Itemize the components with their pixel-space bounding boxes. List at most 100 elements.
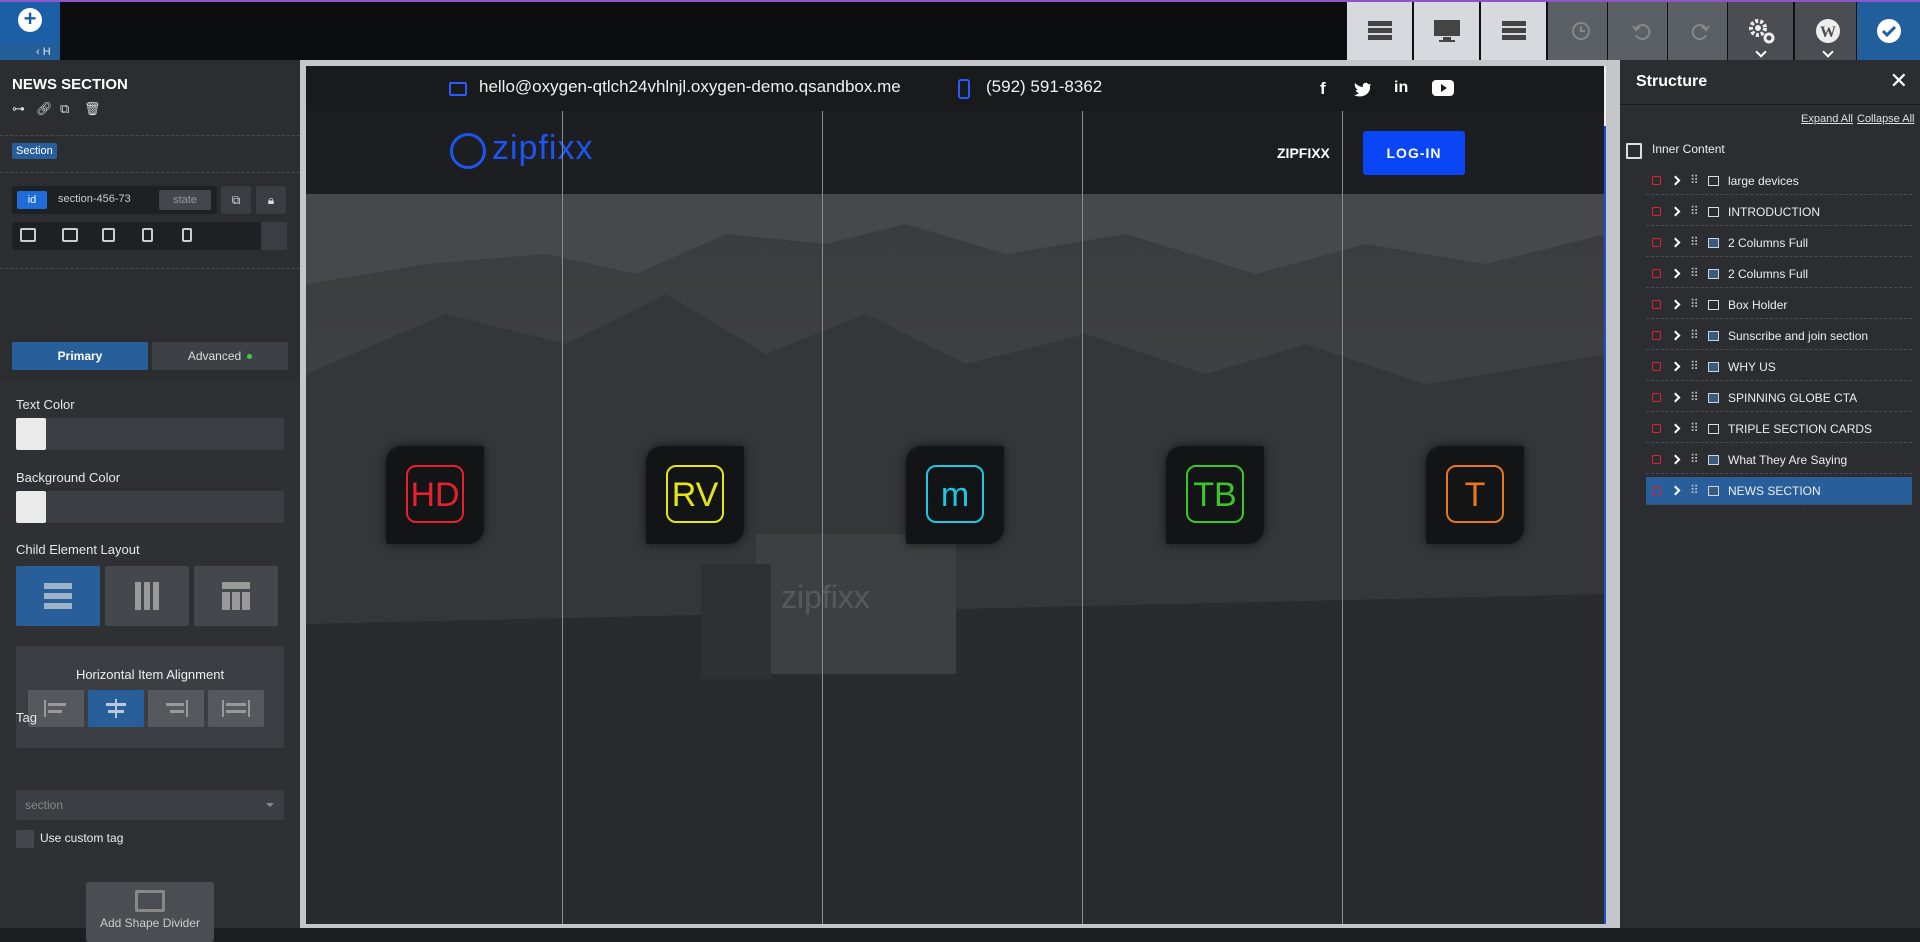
chevron-right-icon[interactable]: [1670, 454, 1681, 465]
close-icon[interactable]: ✕: [1890, 68, 1908, 94]
tag-select[interactable]: section: [16, 790, 284, 820]
text-color-field[interactable]: [16, 418, 284, 450]
desktop-icon[interactable]: [20, 228, 36, 242]
element-type-badge[interactable]: Section: [12, 143, 57, 159]
tree-item[interactable]: ⠿ INTRODUCTION: [1646, 198, 1912, 226]
drag-handle-icon[interactable]: ⠿: [1690, 390, 1699, 404]
layout-grid-button[interactable]: [194, 566, 278, 626]
service-card-t[interactable]: T: [1426, 446, 1524, 544]
tree-item[interactable]: ⠿ 2 Columns Full: [1646, 260, 1912, 288]
drag-handle-icon[interactable]: ⠿: [1690, 173, 1699, 187]
drag-handle-icon[interactable]: ⠿: [1690, 452, 1699, 466]
email-text[interactable]: hello@oxygen-qtlch24vhlnjl.oxygen-demo.q…: [479, 77, 901, 97]
duplicate-icon[interactable]: ⧉: [60, 102, 74, 116]
expand-all-link[interactable]: Expand All: [1801, 113, 1853, 125]
structure-toggle-button[interactable]: [1346, 2, 1412, 60]
service-card-tb[interactable]: TB: [1166, 446, 1264, 544]
drag-handle-icon[interactable]: ⠿: [1690, 266, 1699, 280]
facebook-icon[interactable]: f: [1320, 79, 1326, 99]
chevron-right-icon[interactable]: [1670, 392, 1681, 403]
delete-icon[interactable]: [1652, 269, 1661, 278]
save-button[interactable]: [1856, 2, 1920, 60]
color-swatch[interactable]: [16, 491, 46, 523]
collapse-all-link[interactable]: Collapse All: [1857, 113, 1914, 125]
tree-item[interactable]: ⠿ WHY US: [1646, 353, 1912, 381]
lock-button[interactable]: 🔒︎: [256, 186, 286, 214]
page-canvas[interactable]: hello@oxygen-qtlch24vhlnjl.oxygen-demo.q…: [306, 66, 1606, 924]
wordpress-button[interactable]: W: [1794, 2, 1860, 60]
state-button[interactable]: state: [159, 190, 211, 210]
drag-handle-icon[interactable]: ⠿: [1690, 359, 1699, 373]
align-center-button[interactable]: [88, 690, 144, 727]
tree-item[interactable]: ⠿ TRIPLE SECTION CARDS: [1646, 415, 1912, 443]
tab-primary[interactable]: Primary: [12, 342, 148, 370]
site-logo[interactable]: zipfixx: [492, 129, 593, 168]
tablet-landscape-icon[interactable]: [102, 228, 115, 242]
tree-item-selected[interactable]: ⠿ NEWS SECTION: [1646, 477, 1912, 505]
drag-handle-icon[interactable]: ⠿: [1690, 421, 1699, 435]
delete-icon[interactable]: [1652, 207, 1661, 216]
tree-item[interactable]: ⠿ 2 Columns Full: [1646, 229, 1912, 257]
chevron-down-icon[interactable]: [261, 222, 287, 250]
tablet-portrait-icon[interactable]: [142, 228, 153, 242]
tree-item[interactable]: ⠿ large devices: [1646, 167, 1912, 195]
tree-item[interactable]: ⠿ Box Holder: [1646, 291, 1912, 319]
undo-button[interactable]: [1607, 2, 1673, 60]
delete-icon[interactable]: [1652, 424, 1661, 433]
align-right-button[interactable]: [148, 690, 204, 727]
selector-field[interactable]: id section-456-73 state: [12, 186, 217, 214]
back-link[interactable]: ‹ H: [0, 44, 60, 60]
tab-advanced[interactable]: Advanced: [152, 342, 288, 370]
delete-icon[interactable]: [1652, 300, 1661, 309]
service-card-rv[interactable]: RV: [646, 446, 744, 544]
redo-button[interactable]: [1667, 2, 1733, 60]
laptop-icon[interactable]: [62, 228, 78, 242]
chevron-right-icon[interactable]: [1670, 485, 1681, 496]
chevron-right-icon[interactable]: [1670, 206, 1681, 217]
device-preview-button[interactable]: [1413, 2, 1479, 60]
settings-button[interactable]: [1727, 2, 1793, 60]
drag-handle-icon[interactable]: ⠿: [1690, 483, 1699, 497]
color-swatch[interactable]: [16, 418, 46, 450]
tree-root[interactable]: Inner Content: [1652, 142, 1725, 156]
canvas-scrollbar[interactable]: [1604, 66, 1606, 924]
layers-button[interactable]: [1480, 2, 1546, 60]
chevron-right-icon[interactable]: [1670, 268, 1681, 279]
link-icon[interactable]: 🔗︎: [36, 102, 53, 116]
phone-text[interactable]: (592) 591-8362: [986, 77, 1102, 97]
news-section[interactable]: zipfixx: [306, 194, 1606, 924]
chevron-right-icon[interactable]: [1670, 299, 1681, 310]
copy-selector-button[interactable]: ⧉: [221, 186, 251, 214]
breakpoint-selector[interactable]: [12, 222, 287, 250]
service-card-m[interactable]: m: [906, 446, 1004, 544]
drag-handle-icon[interactable]: ⠿: [1690, 204, 1699, 218]
chevron-right-icon[interactable]: [1670, 175, 1681, 186]
delete-icon[interactable]: [1652, 238, 1661, 247]
id-tag[interactable]: id: [17, 191, 47, 209]
tree-item[interactable]: ⠿ Sunscribe and join section: [1646, 322, 1912, 350]
chevron-right-icon[interactable]: [1670, 237, 1681, 248]
drag-handle-icon[interactable]: ⠿: [1690, 235, 1699, 249]
linkedin-icon[interactable]: in: [1394, 79, 1408, 97]
youtube-icon[interactable]: [1432, 80, 1454, 101]
delete-icon[interactable]: 🗑︎: [84, 102, 101, 116]
delete-icon[interactable]: [1652, 331, 1661, 340]
phone-icon[interactable]: [182, 228, 192, 242]
drag-handle-icon[interactable]: ⠿: [1690, 297, 1699, 311]
nav-link-zipfixx[interactable]: ZIPFIXX: [1277, 145, 1330, 161]
layout-vertical-button[interactable]: [16, 566, 100, 626]
chevron-right-icon[interactable]: [1670, 361, 1681, 372]
chevron-right-icon[interactable]: [1670, 423, 1681, 434]
align-stretch-button[interactable]: [208, 690, 264, 727]
custom-tag-checkbox[interactable]: [16, 830, 34, 848]
hierarchy-icon[interactable]: ⊶: [12, 102, 26, 116]
login-button[interactable]: LOG-IN: [1363, 131, 1465, 175]
twitter-icon[interactable]: [1354, 82, 1372, 97]
service-card-hd[interactable]: HD: [386, 446, 484, 544]
chevron-right-icon[interactable]: [1670, 330, 1681, 341]
layout-horizontal-button[interactable]: [105, 566, 189, 626]
tree-item[interactable]: ⠿ SPINNING GLOBE CTA: [1646, 384, 1912, 412]
delete-icon[interactable]: [1652, 486, 1661, 495]
background-color-field[interactable]: [16, 491, 284, 523]
delete-icon[interactable]: [1652, 455, 1661, 464]
